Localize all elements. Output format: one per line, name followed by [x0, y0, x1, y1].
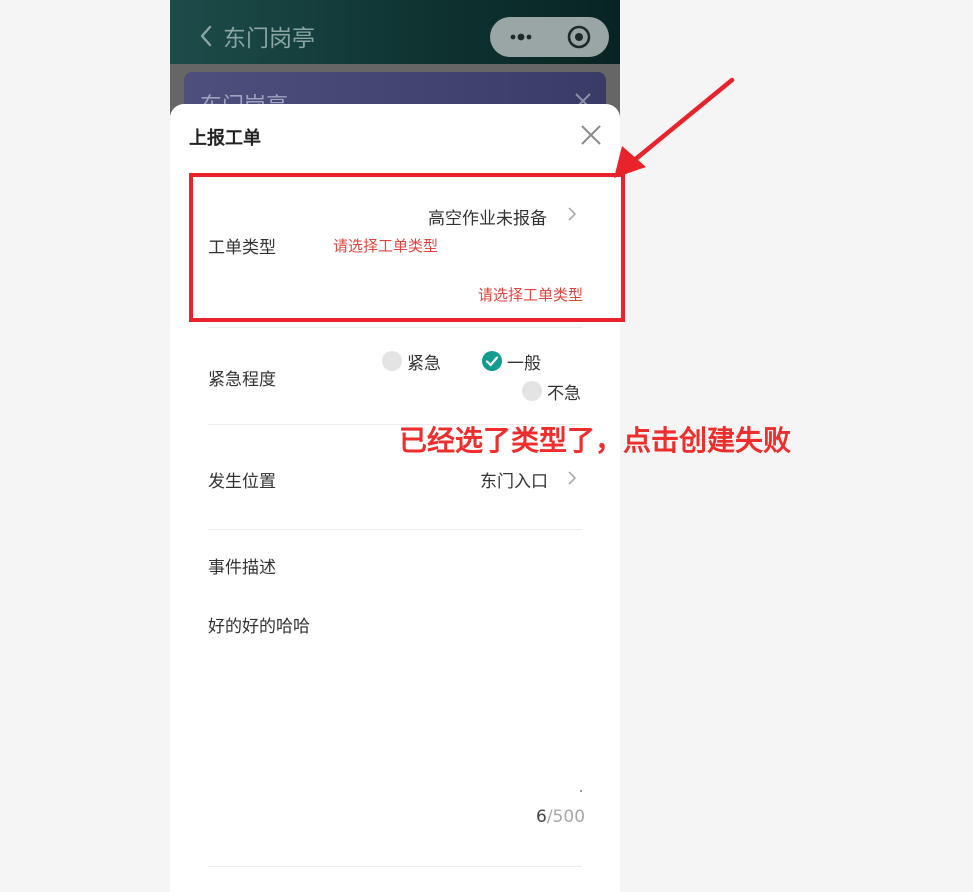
radio-label: 紧急 — [407, 354, 441, 374]
location-value[interactable]: 东门入口 — [480, 467, 548, 492]
description-textarea[interactable]: 好的好的哈哈 — [208, 612, 310, 637]
more-icon[interactable] — [508, 29, 534, 45]
divider — [208, 327, 582, 328]
radio-unchecked-icon — [522, 381, 542, 401]
urgency-label: 紧急程度 — [208, 370, 276, 390]
annotation-text: 已经选了类型了，点击创建失败 — [399, 424, 792, 457]
char-max: /500 — [546, 807, 586, 827]
char-counter: 6/500 — [536, 807, 585, 827]
divider — [208, 529, 582, 530]
chevron-right-icon — [568, 471, 577, 485]
urgency-option-not-urgent[interactable]: 不急 — [522, 379, 584, 404]
urgency-option-urgent[interactable]: 紧急 — [382, 349, 444, 374]
char-count: 6 — [536, 807, 547, 827]
annotation-arrow-icon — [614, 77, 735, 178]
navigation-bar: 东门岗亭 — [170, 0, 620, 64]
urgency-option-normal[interactable]: 一般 — [482, 349, 544, 374]
highlight-box — [189, 173, 625, 322]
radio-unchecked-icon — [382, 351, 402, 371]
radio-label: 不急 — [547, 384, 581, 404]
radio-label: 一般 — [507, 354, 541, 374]
divider — [208, 866, 582, 867]
miniprogram-capsule — [490, 17, 609, 57]
page-title: 东门岗亭 — [223, 26, 315, 52]
back-arrow-icon[interactable] — [198, 22, 214, 50]
sheet-title: 上报工单 — [189, 128, 261, 149]
description-label: 事件描述 — [208, 558, 276, 578]
text-cursor — [580, 790, 582, 792]
close-miniprogram-icon[interactable] — [567, 25, 591, 49]
radio-checked-icon — [482, 351, 502, 371]
location-label: 发生位置 — [208, 472, 276, 492]
